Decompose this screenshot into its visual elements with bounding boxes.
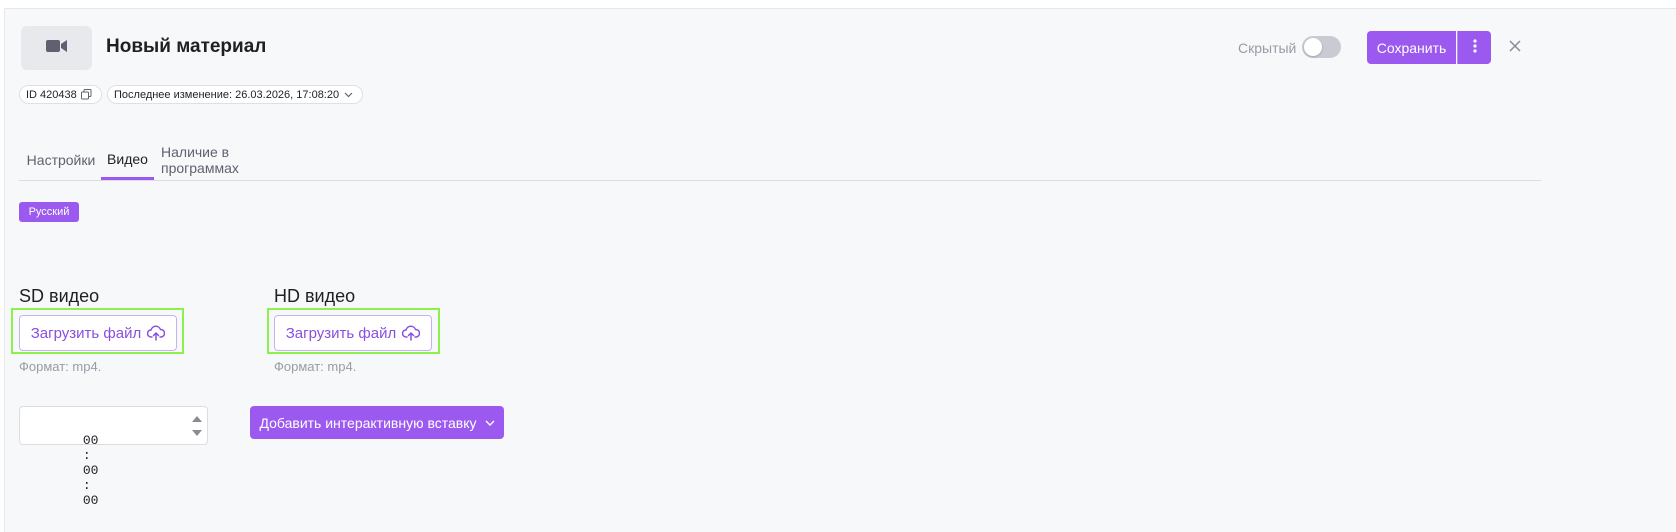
hd-upload-button[interactable]: Загрузить файл xyxy=(274,315,432,351)
material-id: ID 420438 xyxy=(26,88,77,101)
sd-video-title: SD видео xyxy=(19,286,100,306)
cloud-upload-icon xyxy=(147,325,166,341)
timecode-minutes[interactable]: 00 xyxy=(83,463,99,478)
tab-availability[interactable]: Наличие в программах xyxy=(161,141,307,179)
material-thumbnail xyxy=(21,26,92,70)
close-button[interactable] xyxy=(1505,38,1525,58)
sd-upload-button[interactable]: Загрузить файл xyxy=(19,315,177,351)
tab-settings[interactable]: Настройки xyxy=(27,141,96,179)
visibility-toggle[interactable] xyxy=(1302,36,1341,58)
last-modified-dropdown[interactable]: Последнее изменение: 26.03.2026, 17:08:2… xyxy=(107,85,363,104)
sd-format-hint: Формат: mp4. xyxy=(19,359,102,374)
last-modified-text: Последнее изменение: 26.03.2026, 17:08:2… xyxy=(114,88,340,101)
save-button[interactable]: Сохранить xyxy=(1367,31,1456,64)
chevron-down-icon xyxy=(485,420,495,426)
material-editor-panel: Новый материал Скрытый Сохранить ID 4204… xyxy=(4,8,1676,532)
hd-video-title: HD видео xyxy=(274,286,356,306)
close-icon xyxy=(1509,39,1521,57)
timecode-separator: : xyxy=(82,448,91,463)
add-interactive-insert-button[interactable]: Добавить интерактивную вставку xyxy=(250,406,504,439)
tab-bar: Настройки Видео Наличие в программах xyxy=(19,141,1541,181)
increment-arrow-icon[interactable] xyxy=(190,413,204,425)
timecode-value[interactable]: 00 : 00 : 00 xyxy=(36,418,99,523)
tab-video[interactable]: Видео xyxy=(101,141,154,180)
kebab-menu-icon xyxy=(1472,39,1477,56)
chevron-down-icon xyxy=(344,92,353,98)
language-badge[interactable]: Русский xyxy=(19,202,79,222)
hd-upload-label: Загрузить файл xyxy=(285,324,397,342)
page-title: Новый материал xyxy=(106,36,267,57)
visibility-label: Скрытый xyxy=(1238,40,1297,56)
timecode-seconds[interactable]: 00 xyxy=(83,493,99,508)
hd-format-hint: Формат: mp4. xyxy=(274,359,357,374)
video-camera-icon xyxy=(45,38,68,59)
timecode-hours[interactable]: 00 xyxy=(83,433,99,448)
decrement-arrow-icon[interactable] xyxy=(190,427,204,439)
material-id-chip: ID 420438 xyxy=(19,85,102,104)
timecode-separator: : xyxy=(82,478,91,493)
copy-icon[interactable] xyxy=(80,89,92,100)
more-actions-button[interactable] xyxy=(1457,31,1491,64)
timecode-input[interactable]: 00 : 00 : 00 xyxy=(19,406,208,508)
add-interactive-insert-label: Добавить интерактивную вставку xyxy=(259,414,477,431)
sd-upload-label: Загрузить файл xyxy=(30,324,142,342)
cloud-upload-icon xyxy=(402,325,421,341)
toggle-knob xyxy=(1304,38,1322,56)
